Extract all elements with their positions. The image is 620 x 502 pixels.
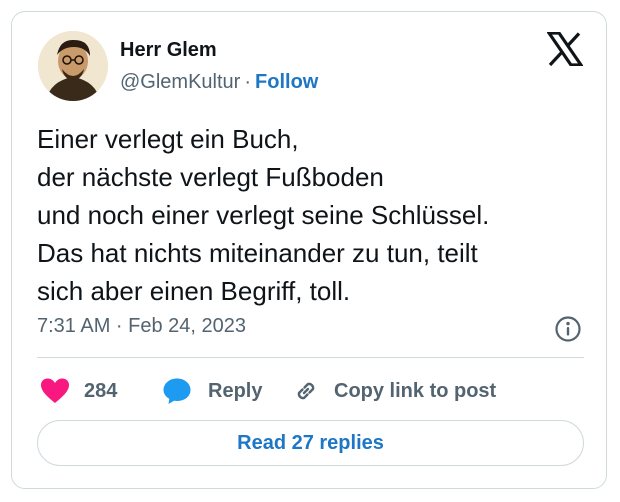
reply-label: Reply — [208, 379, 263, 402]
x-logo-icon[interactable] — [547, 32, 583, 66]
follow-button[interactable]: Follow — [255, 71, 318, 93]
tweet-text-line: der nächste verlegt Fußboden — [37, 162, 384, 192]
tweet-text-line: sich aber einen Begriff, toll. — [37, 276, 351, 306]
divider — [37, 357, 584, 358]
tweet-text-line: Einer verlegt ein Buch, — [37, 124, 299, 154]
copy-link-button[interactable]: Copy link to post — [292, 376, 496, 406]
link-icon — [297, 382, 315, 400]
author-handle-line: @GlemKultur · Follow — [120, 71, 318, 94]
reply-button[interactable]: Reply — [162, 376, 262, 406]
avatar-portrait-image — [38, 31, 108, 101]
heart-icon — [41, 378, 69, 403]
avatar[interactable] — [38, 31, 108, 101]
like-count: 284 — [84, 379, 118, 402]
tweet-timestamp[interactable]: 7:31 AM · Feb 24, 2023 — [37, 315, 246, 338]
separator-dot: · — [244, 71, 252, 93]
info-icon[interactable] — [554, 315, 582, 343]
tweet-text: Einer verlegt ein Buch, der nächste verl… — [37, 120, 597, 310]
read-replies-button[interactable]: Read 27 replies — [37, 420, 584, 466]
author-handle[interactable]: @GlemKultur — [120, 71, 240, 93]
copy-link-label: Copy link to post — [334, 379, 497, 402]
speech-bubble-icon — [163, 378, 191, 404]
tweet-card: Herr Glem @GlemKultur · Follow Einer verle… — [11, 11, 607, 489]
tweet-text-line: und noch einer verlegt seine Schlüssel. — [37, 200, 490, 230]
author-display-name[interactable]: Herr Glem — [120, 39, 217, 62]
tweet-text-line: Das hat nichts miteinander zu tun, teilt — [37, 238, 478, 268]
like-button[interactable]: 284 — [40, 376, 117, 406]
